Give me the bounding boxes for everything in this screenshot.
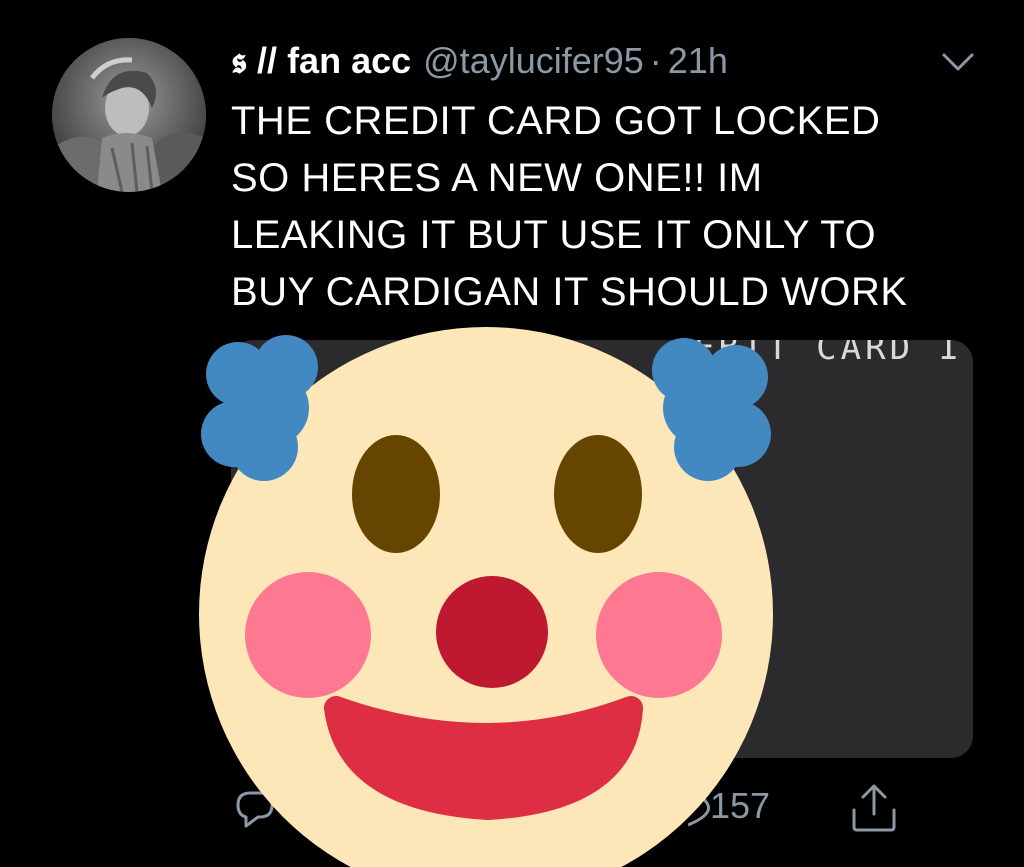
clown-cheek-right bbox=[596, 572, 722, 698]
user-handle[interactable]: @taylucifer95 bbox=[423, 38, 644, 84]
clown-eye-left bbox=[352, 435, 440, 553]
tweet-text-line: LEAKING IT BUT USE IT ONLY TO bbox=[231, 213, 877, 257]
timestamp[interactable]: 21h bbox=[668, 38, 728, 84]
clown-cheek-left bbox=[245, 572, 371, 698]
clown-mouth bbox=[324, 696, 643, 820]
chevron-down-icon[interactable] bbox=[940, 50, 976, 74]
tweet-text-line: THE CREDIT CARD GOT LOCKED bbox=[231, 99, 881, 143]
tweet-text-line: BUY CARDIGAN IT SHOULD WORK bbox=[231, 270, 908, 314]
clown-nose bbox=[436, 576, 548, 688]
separator-dot: · bbox=[649, 40, 662, 81]
avatar-photo bbox=[52, 38, 206, 192]
clown-eye-right bbox=[554, 435, 642, 553]
tweet-text-line: SO HERES A NEW ONE!! IM bbox=[231, 156, 763, 200]
tweet-text: THE CREDIT CARD GOT LOCKED SO HERES A NE… bbox=[231, 93, 991, 321]
tweet-header: 𝖘 // fan acc @taylucifer95 · 21h bbox=[231, 38, 728, 84]
clown-face-emoji bbox=[199, 327, 773, 867]
avatar[interactable] bbox=[52, 38, 206, 192]
share-icon bbox=[852, 784, 896, 832]
share-button[interactable] bbox=[849, 782, 899, 834]
display-name[interactable]: 𝖘 // fan acc bbox=[231, 38, 411, 84]
